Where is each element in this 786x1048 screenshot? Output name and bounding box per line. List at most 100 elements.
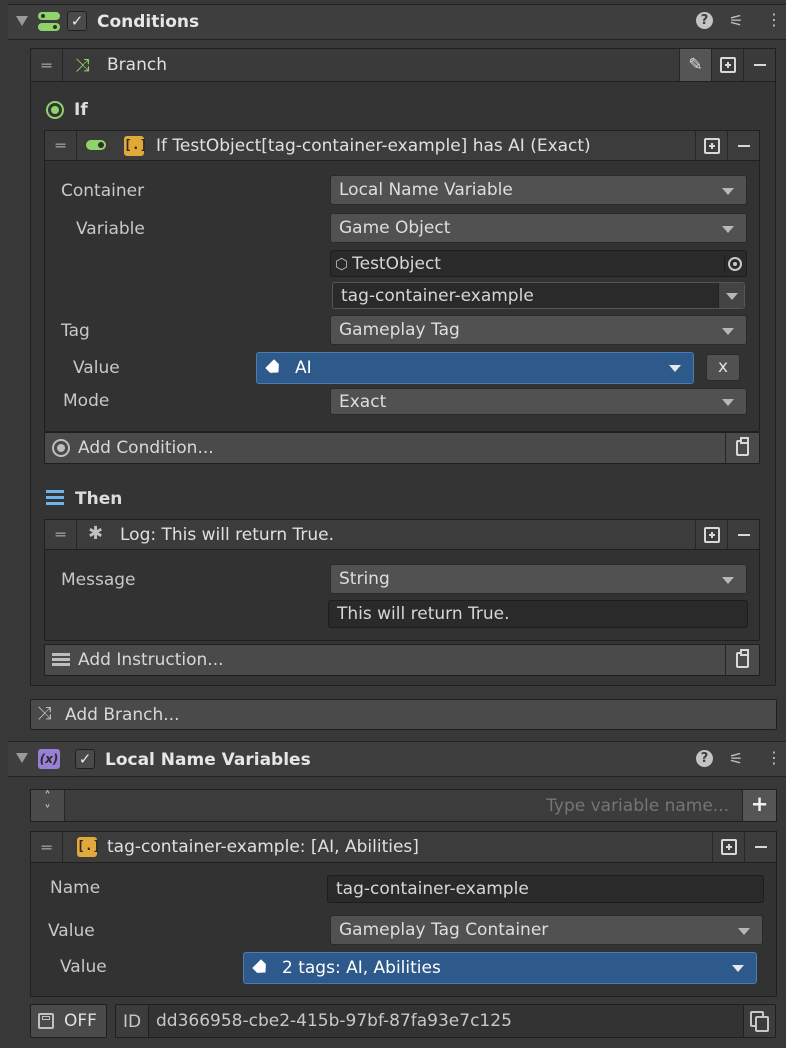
drag-handle-icon[interactable]: ═ <box>31 832 63 862</box>
clear-tag-button[interactable]: x <box>706 354 740 381</box>
toggle-icon <box>86 140 106 150</box>
name-select[interactable]: tag-container-example <box>332 282 745 309</box>
id-field[interactable]: dd366958-cbe2-415b-97bf-87fa93e7c125 <box>148 1005 744 1037</box>
more-options-icon[interactable]: ⋮ <box>764 748 784 767</box>
id-bar: ID dd366958-cbe2-415b-97bf-87fa93e7c125 <box>115 1004 776 1038</box>
chevron-down-icon <box>722 226 734 233</box>
pencil-icon: ✎ <box>688 55 703 75</box>
var-name-label: Name <box>50 878 101 898</box>
tag-label: Tag <box>61 321 90 341</box>
variable-label: Variable <box>76 219 145 239</box>
tag-dropdown[interactable]: Gameplay Tag <box>330 315 747 345</box>
tag-value: Gameplay Tag <box>339 320 460 340</box>
variable-value: Game Object <box>339 218 451 238</box>
chevron-down-icon <box>669 365 681 372</box>
cube-icon: ⬡ <box>335 254 349 273</box>
object-picker-button[interactable] <box>724 255 742 273</box>
add-branch-item-button[interactable] <box>711 49 743 81</box>
remove-condition-button[interactable] <box>727 131 759 160</box>
variable-search-bar: ˄˅ + <box>30 789 777 822</box>
plus-icon <box>720 839 737 855</box>
local-vars-header[interactable]: (x) ✓ Local Name Variables ? ⚟ ⋮ <box>8 741 786 777</box>
save-state-label: OFF <box>64 1011 97 1031</box>
collapse-all-button[interactable]: ˄ ˅ <box>31 790 65 821</box>
conditions-enabled-checkbox[interactable]: ✓ <box>67 11 87 31</box>
chevron-down-icon <box>732 965 744 972</box>
object-field[interactable]: ⬡ TestObject <box>330 250 747 277</box>
add-condition-item-button[interactable] <box>695 131 727 160</box>
tag-value-selector[interactable]: AI <box>256 352 694 384</box>
settings-sliders-icon[interactable]: ⚟ <box>726 11 746 30</box>
remove-instruction-button[interactable] <box>727 520 759 549</box>
minus-icon <box>737 144 750 147</box>
more-options-icon[interactable]: ⋮ <box>764 10 784 29</box>
help-icon[interactable]: ? <box>696 12 716 29</box>
remove-variable-button[interactable] <box>744 832 776 862</box>
name-dropdown-button[interactable] <box>718 283 744 308</box>
conditions-header[interactable]: ✓ Conditions ? ⚟ ⋮ <box>8 4 786 40</box>
object-value: TestObject <box>352 253 441 274</box>
instruction-header[interactable]: ═ ✱ Log: This will return True. <box>44 519 760 550</box>
collapse-icon: ˄ ˅ <box>44 790 51 819</box>
target-icon <box>728 257 742 271</box>
then-list-icon <box>46 490 64 506</box>
add-branch-label: Add Branch... <box>65 705 180 725</box>
edit-branch-button[interactable]: ✎ <box>679 49 711 81</box>
message-label: Message <box>61 570 136 590</box>
message-type-dropdown[interactable]: String <box>330 564 747 594</box>
add-condition-button[interactable]: Add Condition... <box>44 432 760 464</box>
branch-title: Branch <box>107 55 167 75</box>
condition-header[interactable]: ═ [.] If TestObject[tag-container-exampl… <box>44 130 760 161</box>
id-label: ID <box>123 1012 142 1032</box>
settings-sliders-icon[interactable]: ⚟ <box>726 749 746 768</box>
save-toggle-button[interactable]: OFF <box>30 1004 107 1038</box>
chevron-down-icon <box>722 577 734 584</box>
var-type-dropdown[interactable]: Gameplay Tag Container <box>330 915 763 945</box>
plus-icon <box>703 137 720 154</box>
drag-handle-icon[interactable]: ═ <box>31 49 63 81</box>
variable-dropdown[interactable]: Game Object <box>330 213 747 243</box>
container-value: Local Name Variable <box>339 180 513 200</box>
paste-button[interactable] <box>725 645 759 675</box>
then-label: Then <box>75 489 123 509</box>
paste-button[interactable] <box>725 433 759 463</box>
save-icon <box>38 1013 54 1029</box>
minus-icon <box>737 533 750 536</box>
instruction-title: Log: This will return True. <box>120 525 335 545</box>
mode-dropdown[interactable]: Exact <box>330 388 747 415</box>
tag-value-text: AI <box>295 358 312 378</box>
var-name-value: tag-container-example <box>336 879 529 899</box>
message-input[interactable]: This will return True. <box>328 600 748 628</box>
circle-icon <box>52 439 70 457</box>
condition-title: If TestObject[tag-container-example] has… <box>156 136 591 156</box>
local-vars-enabled-checkbox[interactable]: ✓ <box>75 749 95 769</box>
add-instruction-item-button[interactable] <box>695 520 727 549</box>
tag-icon <box>252 959 270 977</box>
bug-icon: ✱ <box>88 523 104 544</box>
clipboard-icon <box>736 437 749 456</box>
copy-id-button[interactable] <box>743 1005 775 1037</box>
chevron-down-icon <box>722 328 734 335</box>
drag-handle-icon[interactable]: ═ <box>45 520 77 549</box>
var-tags-selector[interactable]: 2 tags: AI, Abilities <box>243 952 757 984</box>
add-instruction-button[interactable]: Add Instruction... <box>44 644 760 676</box>
add-branch-button[interactable]: ⤨ Add Branch... <box>30 699 777 730</box>
branch-header[interactable]: ═ ⤨ Branch ✎ <box>30 48 776 82</box>
chevron-down-icon <box>726 293 738 300</box>
plus-icon <box>719 57 736 73</box>
add-variable-button[interactable]: + <box>742 790 776 821</box>
var-value-label-2: Value <box>60 957 107 977</box>
drag-handle-icon[interactable]: ═ <box>45 131 77 160</box>
message-value: This will return True. <box>337 604 510 624</box>
chevron-down-icon <box>722 188 734 195</box>
add-variable-item-button[interactable] <box>712 832 744 862</box>
collapse-arrow-icon[interactable] <box>16 16 28 26</box>
help-icon[interactable]: ? <box>696 750 716 767</box>
collapse-arrow-icon[interactable] <box>16 753 28 763</box>
variable-name-input[interactable] <box>67 792 735 819</box>
list-icon <box>52 653 70 667</box>
var-name-input[interactable]: tag-container-example <box>327 875 764 903</box>
variable-header[interactable]: ═ [.] tag-container-example: [AI, Abilit… <box>30 831 777 863</box>
remove-branch-button[interactable] <box>743 49 775 81</box>
container-dropdown[interactable]: Local Name Variable <box>330 175 747 205</box>
